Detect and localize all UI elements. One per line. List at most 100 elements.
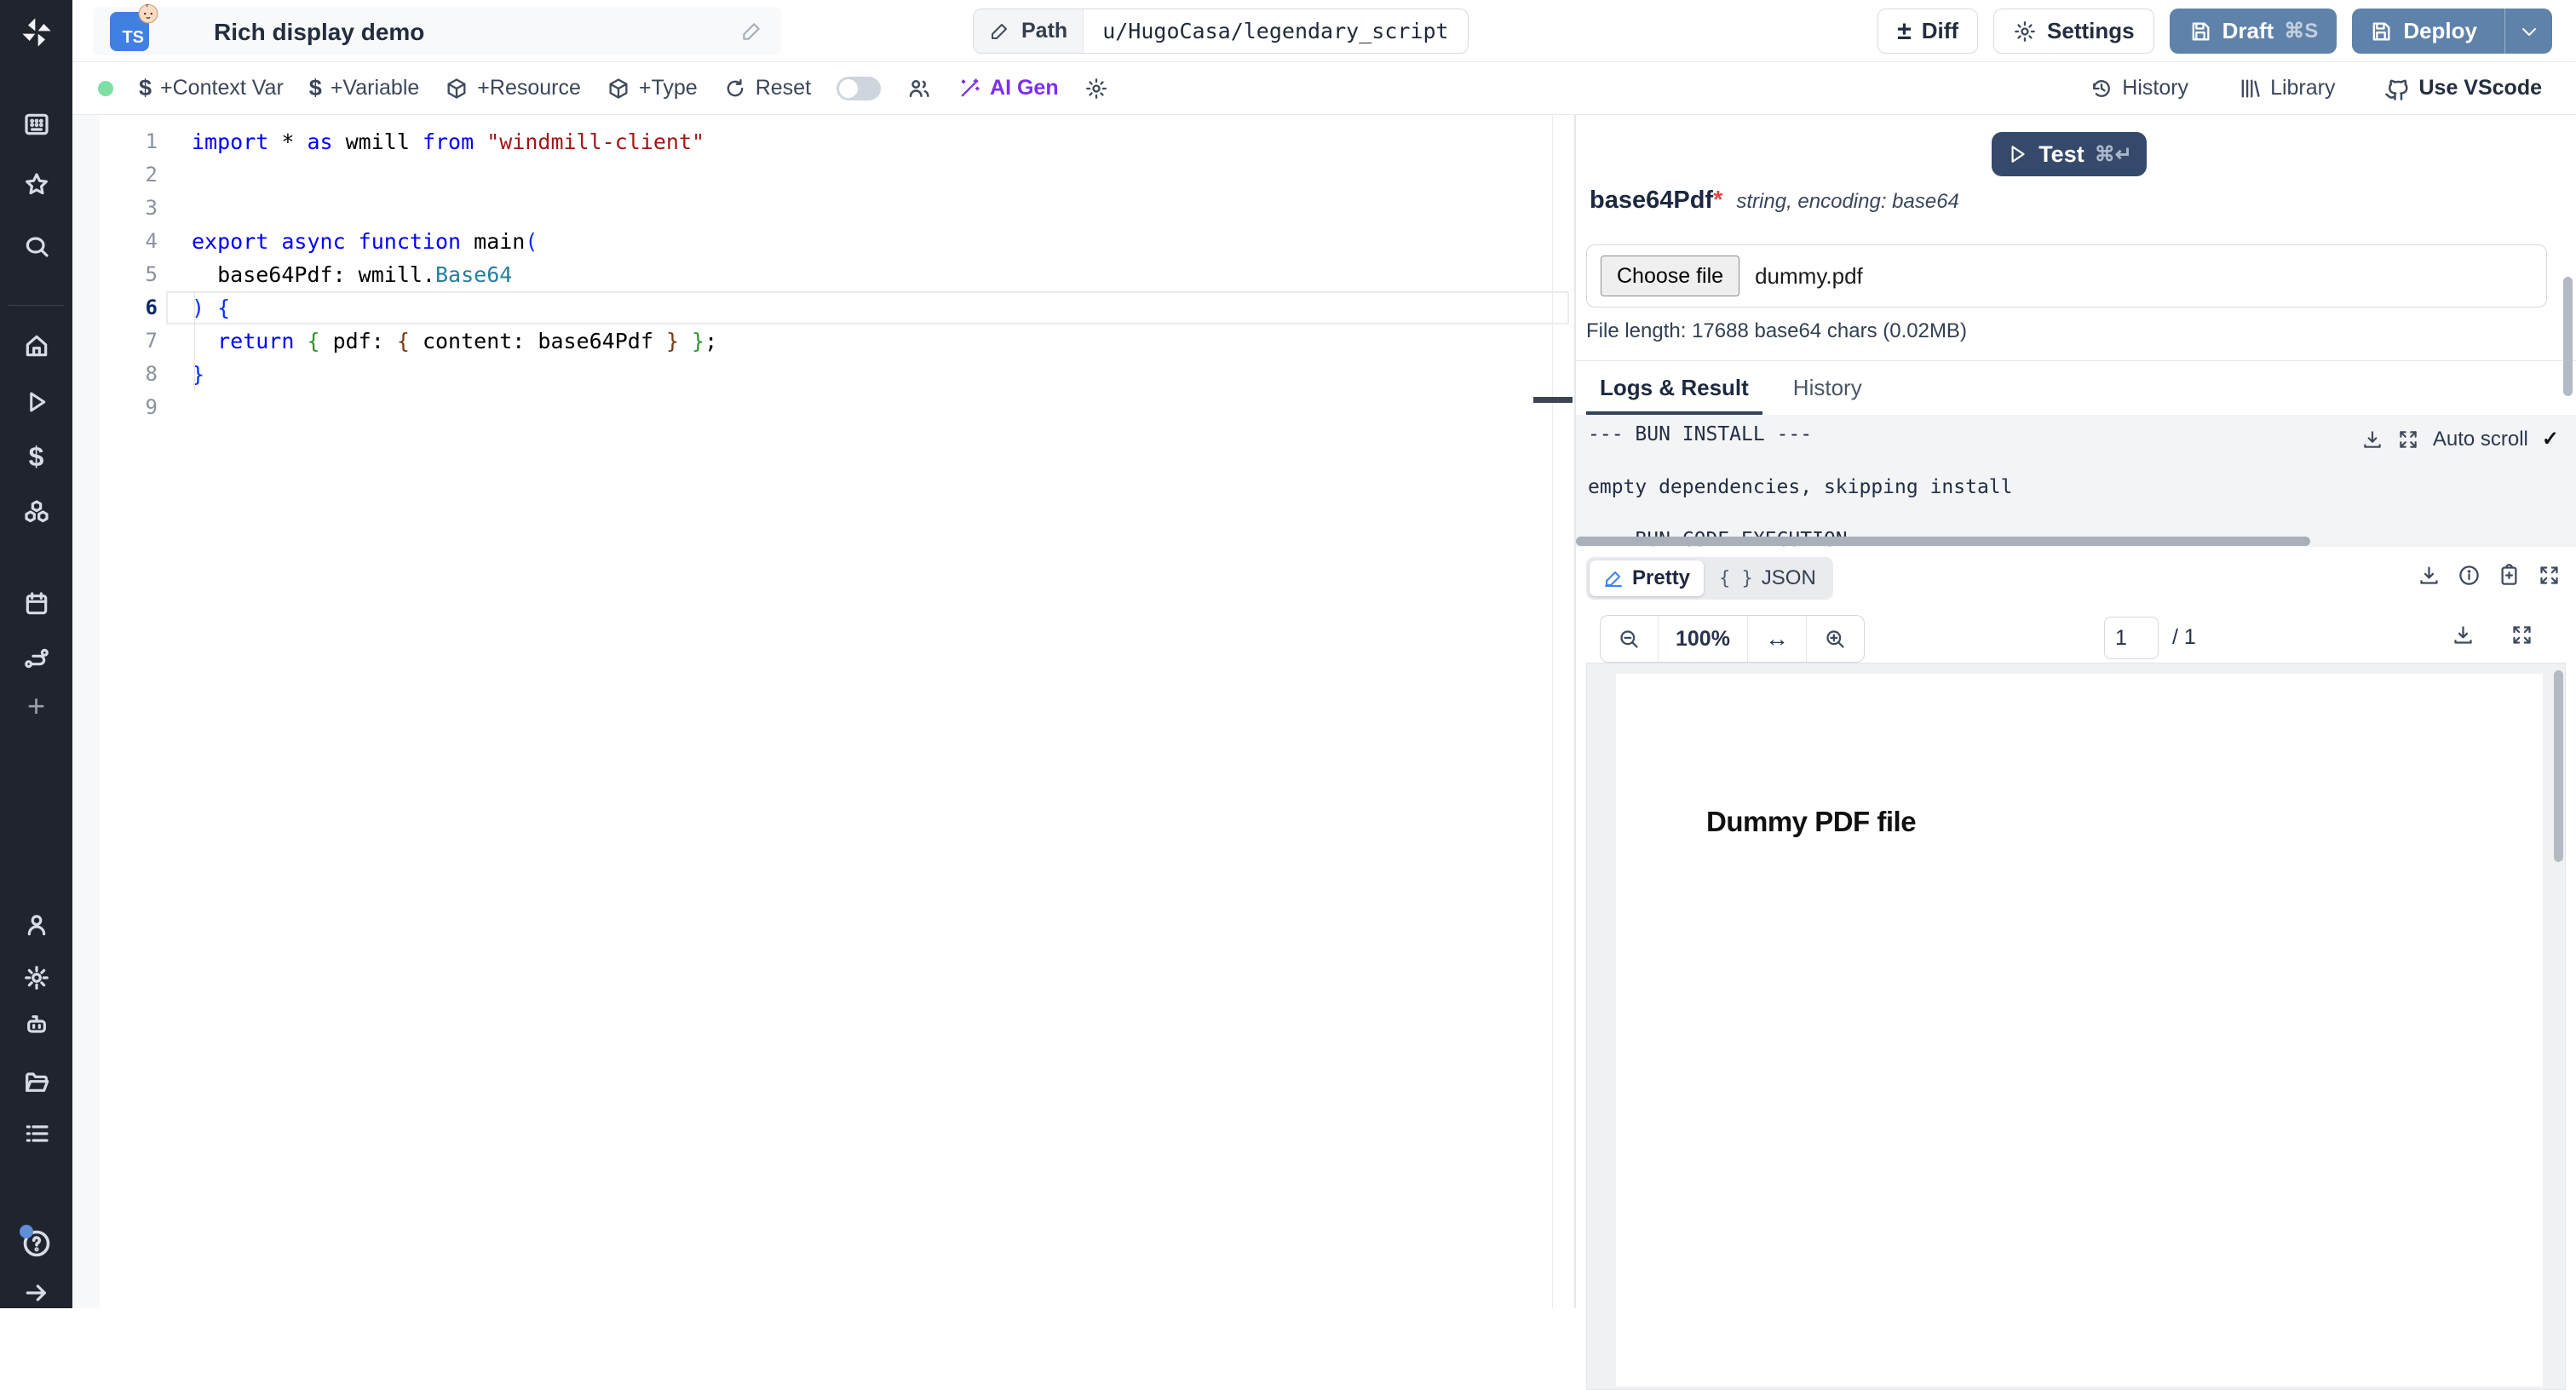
line-number: 7 bbox=[72, 325, 158, 358]
history-clock-icon bbox=[2090, 77, 2113, 101]
save-icon bbox=[2369, 20, 2393, 43]
zoom-level[interactable]: 100% bbox=[1659, 616, 1748, 662]
path-label-chip: Path bbox=[974, 9, 1084, 53]
download-icon[interactable] bbox=[2361, 428, 2383, 451]
test-button[interactable]: Test ⌘↵ bbox=[1992, 132, 2147, 176]
code-editor[interactable]: 1import * as wmill from "windmill-client… bbox=[72, 115, 1574, 1308]
code-line[interactable]: 8} bbox=[72, 358, 1574, 391]
fit-width-button[interactable]: ↔ bbox=[1748, 616, 1807, 662]
code-line[interactable]: 1import * as wmill from "windmill-client… bbox=[72, 125, 1574, 158]
file-input[interactable]: Choose file dummy.pdf bbox=[1586, 244, 2547, 307]
clipboard-icon[interactable] bbox=[2498, 564, 2521, 587]
auto-scroll-label[interactable]: Auto scroll bbox=[2433, 428, 2528, 451]
code-line[interactable]: 3 bbox=[72, 192, 1574, 225]
expand-icon[interactable] bbox=[2510, 623, 2533, 646]
deploy-button[interactable]: Deploy bbox=[2352, 9, 2552, 54]
check-icon: ✓ bbox=[2542, 427, 2559, 451]
line-number: 5 bbox=[72, 258, 158, 291]
resources-cubes-icon[interactable] bbox=[0, 495, 72, 529]
diff-button[interactable]: ± Diff bbox=[1877, 9, 1978, 54]
code-line[interactable]: 7 return { pdf: { content: base64Pdf } }… bbox=[72, 325, 1574, 358]
code-line[interactable]: 5 base64Pdf: wmill.Base64 bbox=[72, 258, 1574, 291]
ai-gen-button[interactable]: AI Gen bbox=[957, 76, 1059, 101]
settings-gear-icon[interactable] bbox=[0, 961, 72, 995]
use-vscode-button[interactable]: Use VScode bbox=[2384, 76, 2542, 101]
tab-logs-result[interactable]: Logs & Result bbox=[1600, 361, 1749, 415]
download-icon[interactable] bbox=[2418, 564, 2441, 587]
library-icon bbox=[2238, 77, 2262, 101]
script-settings-gear-icon[interactable] bbox=[1084, 77, 1108, 101]
star-icon[interactable] bbox=[0, 168, 72, 202]
result-tabs: Logs & Result History bbox=[1576, 361, 2576, 415]
deploy-dropdown-caret[interactable] bbox=[2504, 9, 2552, 54]
code-line[interactable]: 6) { bbox=[72, 291, 1574, 325]
people-icon[interactable] bbox=[906, 76, 932, 101]
zoom-out-button[interactable] bbox=[1601, 616, 1659, 662]
path-field[interactable]: Path u/HugoCasa/legendary_script bbox=[973, 9, 1469, 54]
add-resource-button[interactable]: +Resource bbox=[445, 76, 581, 101]
code-line[interactable]: 4export async function main( bbox=[72, 225, 1574, 258]
zoom-in-button[interactable] bbox=[1807, 616, 1864, 662]
expand-arrow-icon[interactable] bbox=[0, 1276, 72, 1310]
pdf-scrollbar[interactable] bbox=[2554, 670, 2563, 862]
code-line[interactable]: 2 bbox=[72, 158, 1574, 192]
line-number: 1 bbox=[72, 125, 158, 158]
schedules-calendar-icon[interactable] bbox=[0, 587, 72, 621]
page-total: / 1 bbox=[2172, 625, 2196, 650]
settings-button[interactable]: Settings bbox=[1993, 9, 2154, 54]
indent-guide bbox=[194, 291, 195, 391]
runs-play-icon[interactable] bbox=[0, 385, 72, 419]
library-button[interactable]: Library bbox=[2238, 76, 2335, 101]
log-horizontal-scrollbar[interactable] bbox=[1576, 537, 2310, 546]
line-number: 3 bbox=[72, 192, 158, 225]
log-output[interactable]: --- BUN INSTALL ---empty dependencies, s… bbox=[1576, 415, 2576, 547]
sidebar-divider bbox=[9, 305, 64, 306]
edit-title-pencil-icon[interactable] bbox=[740, 20, 762, 43]
line-number: 9 bbox=[72, 391, 158, 424]
help-icon[interactable] bbox=[0, 1226, 72, 1261]
notification-dot bbox=[20, 1225, 33, 1238]
collab-toggle[interactable] bbox=[837, 77, 881, 101]
code-lines[interactable]: 1import * as wmill from "windmill-client… bbox=[72, 125, 1574, 424]
pane-resize-handle[interactable] bbox=[1533, 397, 1573, 403]
tab-history[interactable]: History bbox=[1793, 361, 1862, 415]
json-toggle[interactable]: { } JSON bbox=[1705, 560, 1830, 596]
history-button[interactable]: History bbox=[2090, 76, 2188, 101]
log-line: empty dependencies, skipping install bbox=[1576, 468, 2576, 502]
play-icon bbox=[2006, 143, 2028, 165]
variables-dollar-icon[interactable]: $ bbox=[0, 439, 72, 474]
sidebar: $ + bbox=[0, 0, 72, 1308]
draft-button[interactable]: Draft ⌘S bbox=[2170, 9, 2337, 54]
info-icon[interactable] bbox=[2458, 564, 2481, 587]
plus-icon[interactable]: + bbox=[0, 689, 72, 723]
result-view-switch: Pretty { } JSON bbox=[1586, 557, 1833, 600]
zoom-out-icon bbox=[1618, 628, 1641, 651]
expand-icon[interactable] bbox=[2538, 564, 2561, 587]
home-icon[interactable] bbox=[0, 329, 72, 363]
argument-name: base64Pdf* bbox=[1590, 187, 1722, 215]
code-line[interactable]: 9 bbox=[72, 391, 1574, 424]
add-context-var-button[interactable]: $ +Context Var bbox=[139, 75, 284, 101]
workers-bot-icon[interactable] bbox=[0, 1008, 72, 1042]
pretty-toggle[interactable]: Pretty bbox=[1590, 560, 1704, 596]
page-number-input[interactable] bbox=[2104, 617, 2159, 659]
logs-list-icon[interactable] bbox=[0, 1117, 72, 1151]
download-icon[interactable] bbox=[2452, 623, 2475, 646]
draft-shortcut: ⌘S bbox=[2284, 19, 2318, 43]
folders-icon[interactable] bbox=[0, 1065, 72, 1100]
add-variable-button[interactable]: $ +Variable bbox=[309, 75, 420, 101]
test-shortcut: ⌘↵ bbox=[2095, 142, 2132, 167]
choose-file-button[interactable]: Choose file bbox=[1601, 256, 1739, 296]
search-icon[interactable] bbox=[0, 230, 72, 264]
flows-route-icon[interactable] bbox=[0, 641, 72, 675]
reset-button[interactable]: Reset bbox=[723, 76, 811, 101]
windmill-logo[interactable] bbox=[0, 15, 72, 49]
add-type-button[interactable]: +Type bbox=[607, 76, 698, 101]
apps-grid-icon[interactable] bbox=[0, 107, 72, 141]
expand-icon[interactable] bbox=[2397, 428, 2419, 451]
pdf-viewer[interactable]: Dummy PDF file bbox=[1586, 663, 2566, 1390]
path-value: u/HugoCasa/legendary_script bbox=[1084, 19, 1467, 43]
user-icon[interactable] bbox=[0, 908, 72, 942]
file-length-text: File length: 17688 base64 chars (0.02MB) bbox=[1586, 319, 1967, 343]
panel-scrollbar[interactable] bbox=[2563, 277, 2573, 396]
